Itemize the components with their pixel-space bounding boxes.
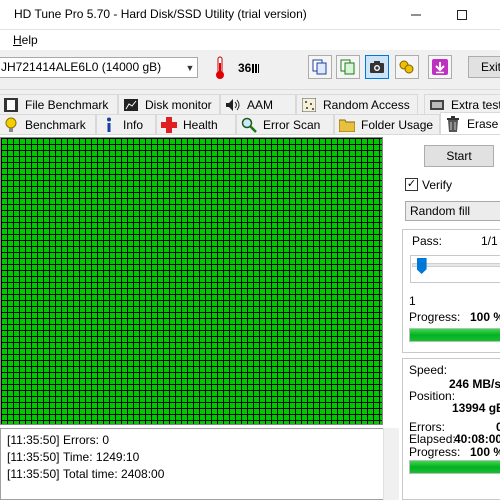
tab-benchmark[interactable]: Benchmark [0, 114, 96, 134]
copy-results-icon [340, 59, 355, 75]
speed-value: 246 MB/s [449, 377, 500, 391]
tab-label: Extra tests [451, 97, 500, 112]
pass-progress-value: 100 % [470, 310, 500, 324]
disk-monitor-icon [123, 97, 139, 113]
total-progress-label: Progress: [409, 445, 461, 459]
trash-icon [445, 115, 461, 132]
options-icon [399, 60, 414, 74]
close-button[interactable] [485, 0, 500, 30]
total-progress-fill [410, 461, 500, 473]
temperature-unit-icon [252, 64, 260, 73]
tab-extra-tests[interactable]: Extra tests [424, 94, 500, 114]
camera-icon [370, 61, 384, 73]
extra-tests-icon [429, 97, 445, 113]
exit-button[interactable]: Exit [468, 56, 500, 78]
log-item: [11:35:50] Time: 1249:10 [7, 450, 139, 464]
magnifier-icon [241, 117, 257, 133]
tab-label: Random Access [323, 97, 410, 112]
tab-label: Disk monitor [145, 97, 212, 112]
thermometer-icon [216, 56, 224, 79]
log-list[interactable]: [11:35:50] Errors: 0 [11:35:50] Time: 1249… [0, 428, 399, 500]
copy-info-icon [312, 59, 327, 75]
menu-help[interactable]: Help [13, 33, 38, 47]
tab-label: Info [123, 117, 144, 132]
total-progress-value: 100 % [470, 445, 500, 459]
temperature-value: 36 [238, 61, 260, 75]
fill-mode-select[interactable]: Random fill [405, 201, 500, 221]
tab-label: Error Scan [263, 117, 321, 132]
download-button[interactable] [428, 55, 452, 79]
tab-error-scan[interactable]: Error Scan [236, 114, 334, 134]
tab-label: AAM [247, 97, 274, 112]
log-text: Total time: 2408:00 [63, 467, 165, 481]
verify-checkbox[interactable]: ✓ [405, 178, 418, 191]
folder-icon [339, 117, 355, 133]
tab-folder-usage[interactable]: Folder Usage [334, 114, 440, 134]
log-scrollbar[interactable] [383, 428, 399, 500]
log-item: [11:35:50] Total time: 2408:00 [7, 467, 164, 481]
tab-label: Benchmark [25, 117, 86, 132]
elapsed-value: 40:08:00 [454, 432, 500, 446]
log-time: [11:35:50] [7, 450, 60, 464]
position-value: 13994 gB [452, 401, 500, 415]
elapsed-label: Elapsed: [409, 432, 456, 446]
log-item: [11:35:50] Errors: 0 [7, 433, 109, 447]
chevron-down-icon[interactable]: ▼ [183, 58, 197, 77]
copy-info-button[interactable] [308, 55, 332, 79]
pass-label: Pass: [412, 234, 443, 248]
tab-health[interactable]: Health [156, 114, 236, 134]
tab-label: Health [183, 117, 218, 132]
tab-info[interactable]: Info [96, 114, 156, 134]
pass-progress-fill [410, 329, 500, 341]
screenshot-button[interactable] [365, 55, 389, 79]
log-time: [11:35:50] [7, 467, 60, 481]
slider-min-label: 1 [409, 294, 416, 308]
tab-label: Folder Usage [361, 117, 434, 132]
minimize-button[interactable] [393, 0, 439, 30]
options-button[interactable] [395, 55, 419, 79]
copy-results-button[interactable] [336, 55, 360, 79]
pass-progress-label: Progress: [409, 310, 461, 324]
log-time: [11:35:50] [7, 433, 60, 447]
pass-progress-bar [409, 328, 500, 342]
tab-label: Erase [467, 116, 499, 131]
health-cross-icon [161, 116, 177, 133]
start-button[interactable]: Start [424, 145, 494, 167]
temperature-number: 36 [238, 61, 252, 75]
total-progress-bar [409, 460, 500, 474]
position-label: Position: [409, 389, 456, 403]
block-map [0, 137, 383, 425]
info-icon [101, 117, 117, 133]
tab-label: File Benchmark [25, 97, 109, 112]
lightbulb-icon [3, 117, 19, 133]
speed-label: Speed: [409, 363, 448, 377]
verify-label: Verify [422, 178, 453, 192]
log-text: Errors: 0 [63, 433, 110, 447]
tab-erase[interactable]: Erase [440, 112, 500, 134]
tabs-row-1: File Benchmark Disk monitor AAM Random A… [0, 94, 500, 114]
pass-count: 1/1 [481, 234, 498, 248]
tab-random-access[interactable]: Random Access [296, 94, 418, 114]
random-access-icon [301, 97, 317, 113]
maximize-icon [457, 10, 467, 20]
menu-bar [0, 30, 500, 50]
window-title: HD Tune Pro 5.70 - Hard Disk/SSD Utility… [14, 7, 307, 21]
drive-select[interactable]: JH721414ALE6L0 (14000 gB) [0, 57, 198, 78]
tab-disk-monitor[interactable]: Disk monitor [118, 94, 220, 114]
log-text: Time: 1249:10 [63, 450, 140, 464]
file-benchmark-icon [3, 97, 19, 113]
maximize-button[interactable] [439, 0, 485, 30]
tabs-row-2: Benchmark Info Health Error Scan Folder … [0, 112, 500, 135]
tab-file-benchmark[interactable]: File Benchmark [0, 94, 118, 114]
tab-aam[interactable]: AAM [220, 94, 296, 114]
download-icon [432, 59, 448, 75]
speaker-icon [225, 97, 241, 113]
block-map-grid [1, 138, 382, 424]
minimize-icon [411, 14, 421, 16]
